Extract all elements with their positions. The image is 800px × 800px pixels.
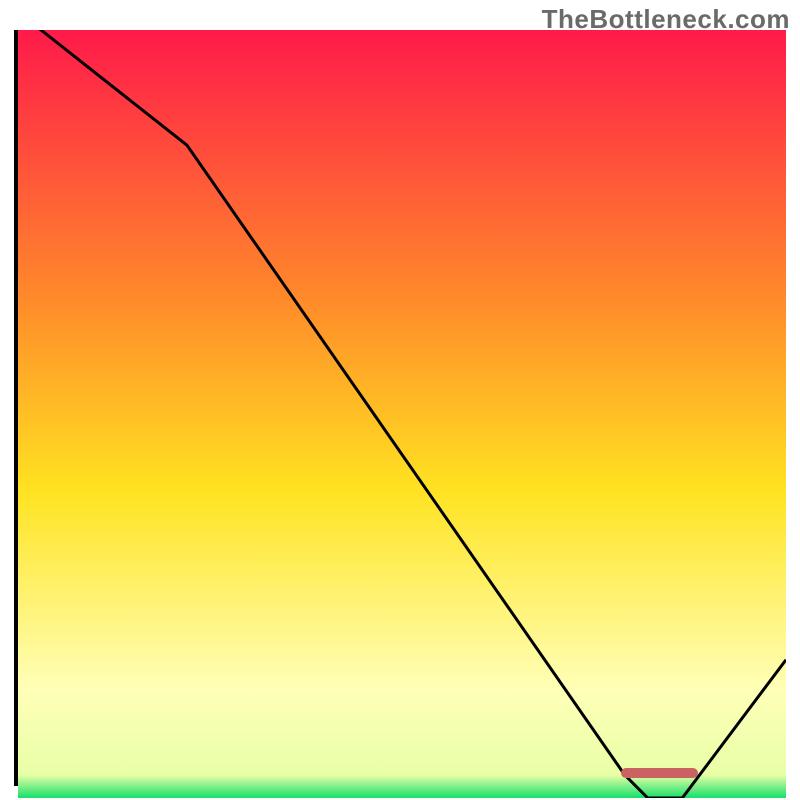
optimal-marker [621, 768, 698, 778]
chart-container: TheBottleneck.com [0, 0, 800, 800]
curve-line [18, 30, 786, 798]
plot-area [14, 30, 786, 786]
curve-layer [18, 30, 786, 798]
